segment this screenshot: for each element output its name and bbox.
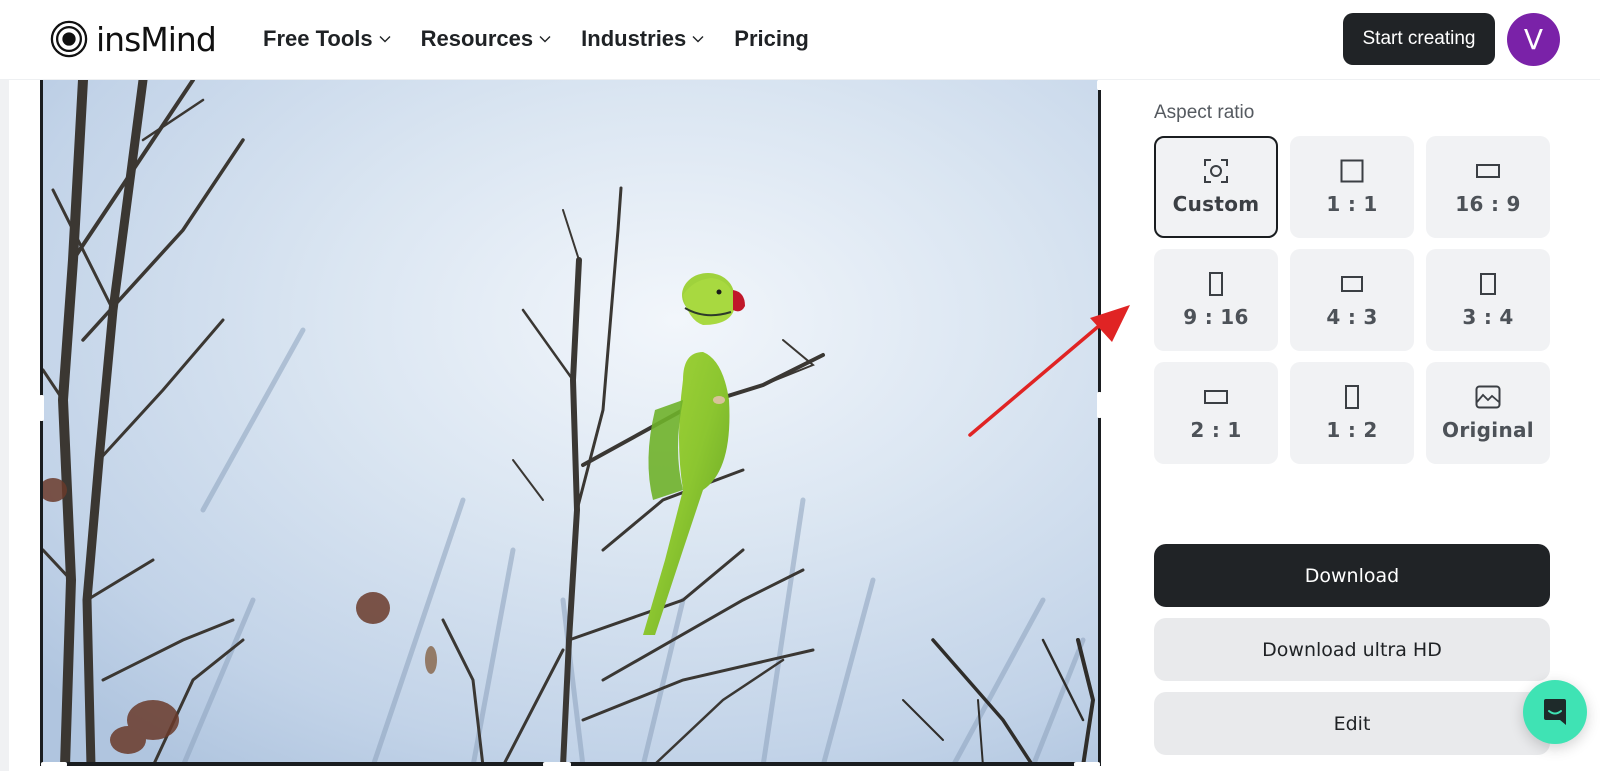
crop-handle-top-right[interactable] xyxy=(1097,80,1102,90)
ratio-1-1[interactable]: 1 : 1 xyxy=(1290,136,1414,238)
ratio-custom[interactable]: Custom xyxy=(1154,136,1278,238)
crop-handle-right[interactable] xyxy=(1097,392,1102,418)
left-edge-strip xyxy=(0,80,9,771)
chat-icon xyxy=(1544,699,1566,725)
ratio-label: 16 : 9 xyxy=(1455,192,1521,216)
ratio-1-2[interactable]: 1 : 2 xyxy=(1290,362,1414,464)
nav-free-tools[interactable]: Free Tools xyxy=(263,22,391,56)
ratio-label: 1 : 2 xyxy=(1326,418,1378,442)
download-button[interactable]: Download xyxy=(1154,544,1550,607)
crop-handle-bottom[interactable] xyxy=(543,762,571,767)
main-nav: Free Tools Resources Industries Pricing xyxy=(263,22,839,56)
photo-illustration xyxy=(43,80,1098,766)
crop-handle-bottom-right[interactable] xyxy=(1074,762,1100,767)
nav-label: Pricing xyxy=(734,26,809,51)
ratio-2-1[interactable]: 2 : 1 xyxy=(1154,362,1278,464)
image-icon xyxy=(1475,384,1501,410)
ratio-original[interactable]: Original xyxy=(1426,362,1550,464)
start-creating-button[interactable]: Start creating xyxy=(1343,13,1495,65)
nav-label: Free Tools xyxy=(263,26,373,51)
ratio-label: Original xyxy=(1442,418,1534,442)
ratio-label: 4 : 3 xyxy=(1326,305,1378,329)
portrait-rect-icon xyxy=(1480,271,1496,297)
ratio-label: 9 : 16 xyxy=(1183,305,1249,329)
edit-button[interactable]: Edit xyxy=(1154,692,1550,755)
ratio-label: 1 : 1 xyxy=(1326,192,1378,216)
ratio-16-9[interactable]: 16 : 9 xyxy=(1426,136,1550,238)
chat-support-button[interactable] xyxy=(1523,680,1587,744)
ratio-label: Custom xyxy=(1172,192,1260,216)
top-nav-bar: insMind Free Tools Resources Industries … xyxy=(0,0,1600,80)
chevron-down-icon xyxy=(539,36,551,43)
edit-panel: Aspect ratio Custom 1 : 1 16 : 9 9 : 16 xyxy=(1154,80,1600,771)
aspect-ratio-label: Aspect ratio xyxy=(1154,102,1255,123)
ratio-9-16[interactable]: 9 : 16 xyxy=(1154,249,1278,351)
crop-edge-right xyxy=(1098,90,1101,766)
wide-rect-icon xyxy=(1476,158,1500,184)
ratio-label: 3 : 4 xyxy=(1462,305,1514,329)
nav-label: Industries xyxy=(581,26,687,51)
nav-resources[interactable]: Resources xyxy=(421,22,552,56)
logo[interactable]: insMind xyxy=(50,19,217,59)
user-avatar[interactable]: V xyxy=(1507,13,1560,66)
nav-pricing[interactable]: Pricing xyxy=(734,22,809,56)
landscape-rect-icon xyxy=(1341,271,1363,297)
tall-rect-icon xyxy=(1345,384,1359,410)
logo-text: insMind xyxy=(96,19,217,59)
custom-crop-icon xyxy=(1203,158,1229,184)
wide-rect-icon xyxy=(1204,384,1228,410)
logo-icon xyxy=(50,20,88,58)
image-canvas[interactable] xyxy=(39,80,1102,767)
crop-handle-bottom-left[interactable] xyxy=(41,762,67,767)
chevron-down-icon xyxy=(379,36,391,43)
nav-label: Resources xyxy=(420,26,534,51)
tall-rect-icon xyxy=(1209,271,1223,297)
ratio-3-4[interactable]: 3 : 4 xyxy=(1426,249,1550,351)
square-icon xyxy=(1340,158,1364,184)
chevron-down-icon xyxy=(692,36,704,43)
ratio-4-3[interactable]: 4 : 3 xyxy=(1290,249,1414,351)
crop-handle-left[interactable] xyxy=(39,395,44,421)
parrot-photo xyxy=(43,80,1098,766)
ratio-label: 2 : 1 xyxy=(1190,418,1242,442)
download-ultra-hd-button[interactable]: Download ultra HD xyxy=(1154,618,1550,681)
aspect-ratio-options: Custom 1 : 1 16 : 9 9 : 16 4 : 3 3: 4 2… xyxy=(1154,136,1550,464)
nav-industries[interactable]: Industries xyxy=(581,22,704,56)
